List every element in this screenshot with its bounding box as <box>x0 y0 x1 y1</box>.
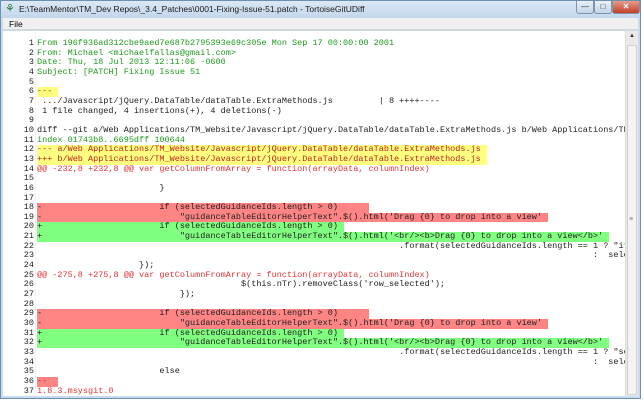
maximize-button[interactable]: □ <box>594 1 612 14</box>
diff-line: 4 Subject: [PATCH] Fixing Issue 51 <box>3 66 627 78</box>
scrollbar-thumb[interactable]: ≡ <box>627 45 637 395</box>
menu-bar: File <box>3 18 638 30</box>
diff-line: 14 @@ -232,8 +232,8 @@ var getColumnFromA… <box>3 163 627 175</box>
diff-line: 37 1.8.3.msysgit.0 <box>3 385 627 396</box>
line-code: } <box>37 182 165 193</box>
diff-line: 5 <box>3 77 627 88</box>
menu-file[interactable]: File <box>9 19 23 29</box>
diff-line: 8 1 file changed, 4 insertions(+), 4 del… <box>3 105 627 117</box>
window-title: E:\TeamMentor\TM_Dev Repos\_3.4_Patches\… <box>19 4 365 14</box>
line-code: 1 file changed, 4 insertions(+), 4 delet… <box>37 105 282 116</box>
diff-view[interactable]: 1 From 196f936ad312cbe9aed7e687b2795393e6… <box>3 31 638 396</box>
scroll-up-arrow-icon[interactable]: ▲ <box>626 33 638 43</box>
grip-icon: ≡ <box>629 216 634 223</box>
diff-lines: 1 From 196f936ad312cbe9aed7e687b2795393e6… <box>3 38 638 396</box>
tortoisegit-app-icon: ⚘ <box>5 3 15 15</box>
line-code: Subject: [PATCH] Fixing Issue 51 <box>37 66 201 77</box>
line-number: 37 <box>23 385 34 396</box>
line-code: else <box>37 366 180 377</box>
line-code: }); <box>37 289 196 300</box>
diff-window: ⚘ E:\TeamMentor\TM_Dev Repos\_3.4_Patche… <box>0 0 641 399</box>
title-bar[interactable]: ⚘ E:\TeamMentor\TM_Dev Repos\_3.4_Patche… <box>1 1 640 18</box>
line-code: 1.8.3.msysgit.0 <box>37 385 114 396</box>
diff-line: 16 } <box>3 182 627 194</box>
diff-line: 27 }); <box>3 289 627 300</box>
close-button[interactable]: ✕ <box>612 1 640 14</box>
diff-line: 35 else <box>3 367 627 377</box>
minimize-button[interactable]: — <box>576 1 594 14</box>
vertical-scrollbar[interactable]: ▲ ≡ <box>625 31 638 396</box>
line-code: @@ -232,8 +232,8 @@ var getColumnFromArr… <box>37 163 430 174</box>
